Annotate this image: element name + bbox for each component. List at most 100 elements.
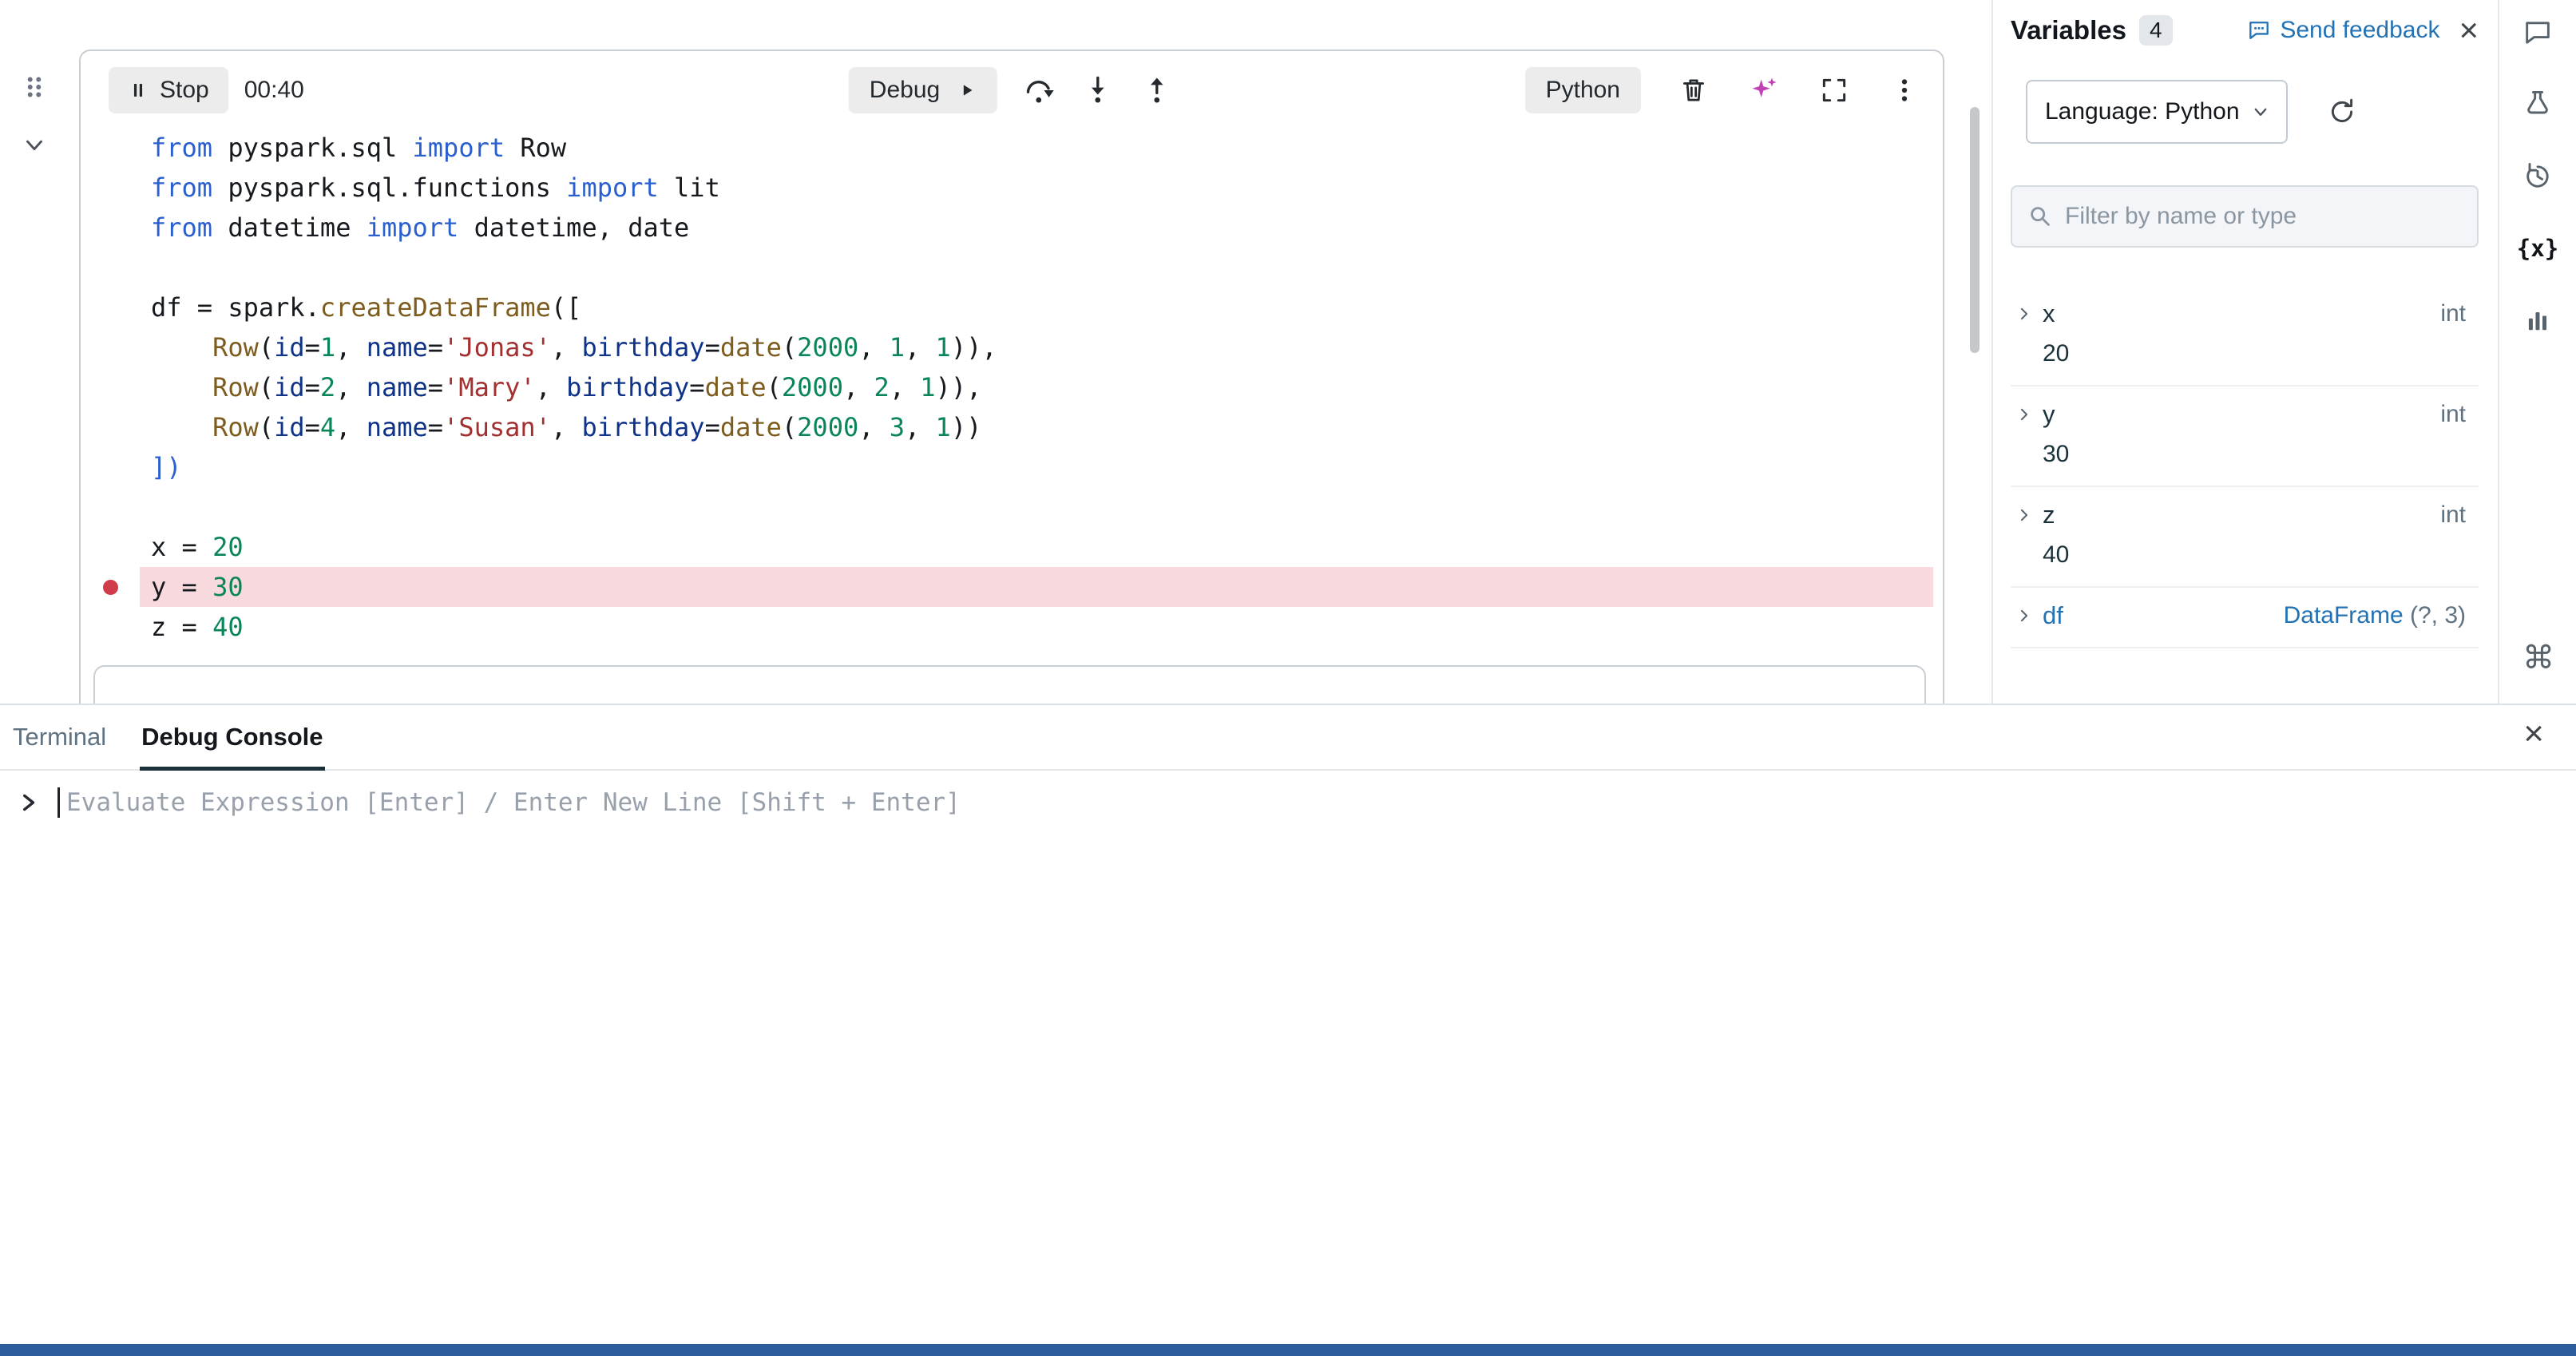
notebook-region: Stop 00:40 Debug <box>0 0 2576 704</box>
variable-value: 30 <box>2043 434 2479 474</box>
chevron-right-icon[interactable] <box>2011 506 2038 524</box>
fullscreen-button[interactable] <box>1817 73 1852 108</box>
variable-row[interactable]: zint <box>2011 495 2479 535</box>
cell-menu-button[interactable] <box>1887 73 1922 108</box>
code-line[interactable]: Row(id=4, name='Susan', birthday=date(20… <box>81 407 1940 447</box>
stop-button[interactable]: Stop <box>109 67 228 113</box>
variable-type: int <box>2440 401 2479 428</box>
variables-filter[interactable] <box>2011 185 2479 248</box>
code-line[interactable]: ]) <box>81 447 1940 487</box>
chevron-right-icon[interactable] <box>2011 406 2038 423</box>
bottom-panel-tabs: Terminal Debug Console × <box>0 705 2576 771</box>
step-out-button[interactable] <box>1139 73 1175 108</box>
console-placeholder: Evaluate Expression [Enter] / Enter New … <box>66 788 961 817</box>
tab-debug-console[interactable]: Debug Console <box>140 705 324 769</box>
code-line[interactable]: from datetime import datetime, date <box>81 208 1940 248</box>
libraries-button[interactable] <box>2515 298 2560 343</box>
variable-group: xint20 <box>2011 286 2479 387</box>
variable-name: y <box>2043 400 2055 429</box>
notebook-scrollbar[interactable] <box>1970 107 1980 353</box>
send-feedback-label: Send feedback <box>2280 17 2439 44</box>
variables-list: xint20 y int 30 zint40 df DataFrame (?, 3) <box>2011 286 2479 648</box>
text-caret <box>57 787 60 818</box>
send-feedback-link[interactable]: Send feedback <box>2246 17 2439 44</box>
step-over-icon <box>1023 74 1055 106</box>
language-dropdown[interactable]: Language: Python <box>2026 80 2288 144</box>
bottom-panel: Terminal Debug Console × Evaluate Expres… <box>0 704 2576 1344</box>
variable-row[interactable]: df DataFrame (?, 3) <box>2011 596 2479 636</box>
kebab-menu-icon <box>1889 75 1920 105</box>
code-line[interactable]: y = 30 <box>81 567 1940 607</box>
cell-drag-handle-icon[interactable] <box>19 72 50 102</box>
app-window: Stop 00:40 Debug <box>0 0 2576 1356</box>
code-line[interactable]: from pyspark.sql.functions import lit <box>81 168 1940 208</box>
trash-icon <box>1678 75 1709 105</box>
code-line[interactable] <box>81 487 1940 527</box>
step-over-button[interactable] <box>1021 73 1056 108</box>
variable-type: DataFrame (?, 3) <box>2284 602 2479 629</box>
variable-row[interactable]: xint <box>2011 294 2479 334</box>
comments-button[interactable] <box>2515 10 2560 55</box>
flask-icon <box>2522 89 2554 121</box>
code-line[interactable]: Row(id=2, name='Mary', birthday=date(200… <box>81 367 1940 407</box>
variable-group: y int 30 <box>2011 387 2479 487</box>
code-line[interactable] <box>81 248 1940 287</box>
refresh-variables-button[interactable] <box>2324 94 2360 129</box>
fullscreen-icon <box>1819 75 1849 105</box>
language-dropdown-label: Language: Python <box>2045 98 2240 125</box>
variable-row[interactable]: y int <box>2011 395 2479 434</box>
step-into-icon <box>1082 74 1114 106</box>
code-line[interactable]: df = spark.createDataFrame([ <box>81 287 1940 327</box>
shortcuts-button[interactable]: ⌘ <box>2499 640 2576 676</box>
stop-button-label: Stop <box>160 77 209 104</box>
variables-close-icon[interactable]: × <box>2459 14 2479 47</box>
variable-name[interactable]: df <box>2043 601 2063 630</box>
code-line[interactable]: x = 20 <box>81 527 1940 567</box>
next-cell-top[interactable] <box>93 665 1926 704</box>
code-line[interactable]: z = 40 <box>81 607 1940 647</box>
notebook-cell: Stop 00:40 Debug <box>79 50 1944 704</box>
version-history-button[interactable] <box>2515 154 2560 199</box>
prompt-chevron-icon <box>16 791 40 815</box>
chevron-down-icon <box>2249 101 2272 123</box>
comments-icon <box>2522 17 2554 49</box>
right-icon-rail: {x} ⌘ <box>2498 0 2576 704</box>
variable-value: 20 <box>2043 334 2479 374</box>
command-icon: ⌘ <box>2522 640 2554 676</box>
variables-count-badge: 4 <box>2139 15 2173 46</box>
bottom-panel-close-icon[interactable]: × <box>2523 716 2544 751</box>
debug-run-button[interactable]: Debug <box>849 67 997 113</box>
experiments-button[interactable] <box>2515 82 2560 127</box>
variable-group: zint40 <box>2011 487 2479 588</box>
delete-cell-button[interactable] <box>1676 73 1711 108</box>
variable-explorer-button[interactable]: {x} <box>2515 226 2560 271</box>
debug-button-label: Debug <box>870 77 940 104</box>
debug-console-input[interactable]: Evaluate Expression [Enter] / Enter New … <box>0 771 2576 835</box>
assistant-button[interactable] <box>1746 73 1781 108</box>
run-timer: 00:40 <box>244 77 304 104</box>
variables-filter-input[interactable] <box>2065 203 2463 230</box>
variable-value: 40 <box>2043 535 2479 575</box>
variables-panel: Variables 4 Send feedback × <box>1991 0 2498 704</box>
variable-explorer-icon: {x} <box>2517 235 2558 262</box>
step-into-button[interactable] <box>1080 73 1116 108</box>
assistant-sparkle-icon <box>1748 74 1780 106</box>
cell-language-label: Python <box>1546 77 1620 104</box>
columns-chart-icon <box>2522 304 2554 336</box>
play-icon <box>957 81 977 100</box>
variable-type: int <box>2440 502 2479 529</box>
code-line[interactable]: from pyspark.sql import Row <box>81 128 1940 168</box>
cell-collapse-chevron-icon[interactable] <box>21 131 48 158</box>
variables-panel-title: Variables <box>2011 15 2126 46</box>
search-icon <box>2027 203 2054 230</box>
cell-toolbar: Stop 00:40 Debug <box>81 65 1943 115</box>
code-line[interactable]: Row(id=1, name='Jonas', birthday=date(20… <box>81 327 1940 367</box>
code-lines: from pyspark.sql import Rowfrom pyspark.… <box>81 128 1940 647</box>
chevron-right-icon[interactable] <box>2011 607 2038 624</box>
chevron-right-icon[interactable] <box>2011 305 2038 323</box>
variable-type: int <box>2440 300 2479 327</box>
window-bottom-bar <box>0 1344 2576 1356</box>
cell-language-button[interactable]: Python <box>1525 67 1641 113</box>
tab-terminal[interactable]: Terminal <box>11 705 108 769</box>
feedback-bubble-icon <box>2246 18 2272 43</box>
